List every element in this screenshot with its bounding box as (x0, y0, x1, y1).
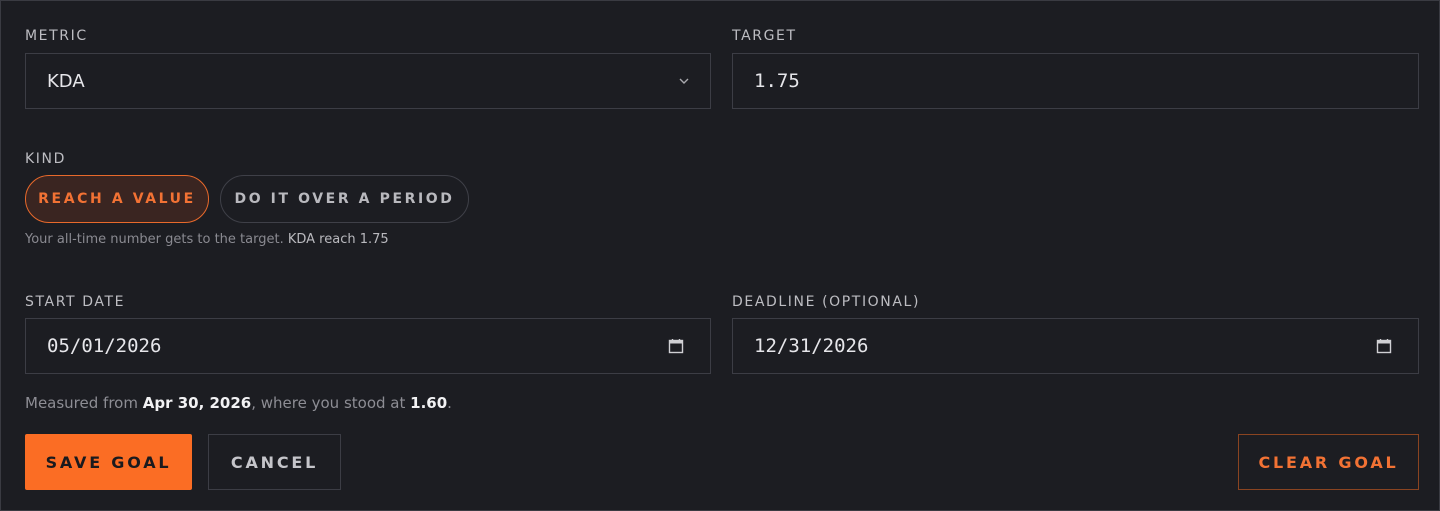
cancel-button[interactable]: CANCEL (208, 434, 341, 490)
goal-editor-panel: METRIC KDA TARGET 1.75 KIND REACH A VALU… (0, 0, 1440, 511)
start-date-label: START DATE (25, 294, 126, 310)
save-goal-button[interactable]: SAVE GOAL (25, 434, 192, 490)
deadline-input[interactable]: 12/31/2026 (732, 318, 1419, 374)
kind-option-reach-a-value[interactable]: REACH A VALUE (25, 175, 209, 223)
cancel-label: CANCEL (230, 452, 319, 472)
baseline-prefix: Measured from (25, 394, 138, 412)
metric-select[interactable]: KDA (25, 53, 711, 109)
kind-hint: Your all-time number gets to the target.… (25, 232, 389, 248)
metric-label: METRIC (25, 28, 88, 44)
deadline-value: 12/31/2026 (754, 335, 869, 357)
target-input[interactable]: 1.75 (732, 53, 1419, 109)
save-goal-label: SAVE GOAL (45, 452, 172, 472)
target-input-value: 1.75 (754, 70, 800, 92)
start-date-value: 05/01/2026 (47, 335, 162, 357)
baseline-value: 1.60 (410, 394, 448, 412)
baseline-note: Measured from Apr 30, 2026, where you st… (25, 394, 452, 412)
metric-select-value: KDA (47, 70, 85, 92)
calendar-icon[interactable] (1376, 338, 1392, 354)
kind-hint-summary: KDA reach 1.75 (287, 232, 389, 247)
kind-option-do-it-over-a-period[interactable]: DO IT OVER A PERIOD (220, 175, 469, 223)
start-date-input[interactable]: 05/01/2026 (25, 318, 711, 374)
baseline-middle: , where you stood at (251, 394, 406, 412)
chevron-down-icon (679, 78, 689, 84)
clear-goal-button[interactable]: CLEAR GOAL (1238, 434, 1419, 490)
kind-option-label: DO IT OVER A PERIOD (234, 191, 455, 207)
kind-hint-text: Your all-time number gets to the target. (25, 232, 284, 247)
calendar-icon[interactable] (668, 338, 684, 354)
target-label: TARGET (732, 28, 797, 44)
kind-label: KIND (25, 151, 66, 167)
clear-goal-label: CLEAR GOAL (1258, 452, 1399, 472)
baseline-date: Apr 30, 2026 (142, 394, 252, 412)
deadline-label: DEADLINE (OPTIONAL) (732, 294, 921, 310)
kind-option-label: REACH A VALUE (38, 191, 196, 207)
baseline-suffix: . (447, 394, 452, 412)
